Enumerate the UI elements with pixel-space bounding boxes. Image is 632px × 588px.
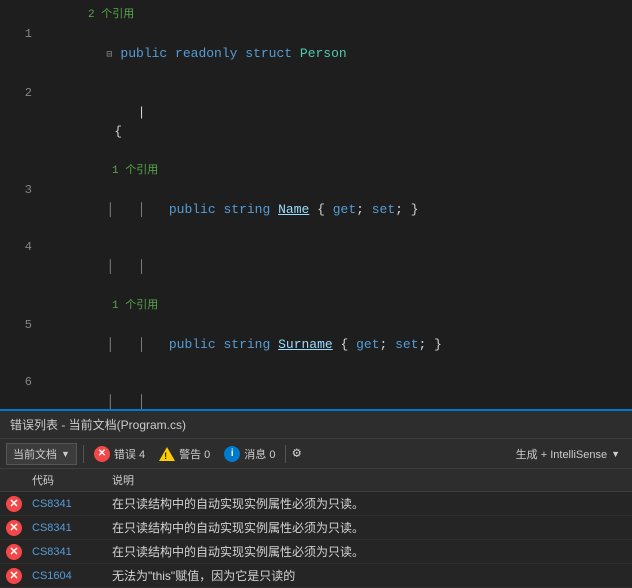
ref-line-top: 2 个引用 (0, 4, 632, 25)
error-row-3[interactable]: ✕ CS8341 在只读结构中的自动实现实例属性必须为只读。 (0, 540, 632, 564)
col-header-icon (0, 472, 28, 488)
line-num-5: 5 (0, 316, 40, 335)
line-num-2: 2 (0, 84, 40, 103)
error-panel: 错误列表 - 当前文档(Program.cs) 当前文档 ▼ ✕ 错误 4 ! (0, 409, 632, 588)
current-doc-dropdown[interactable]: 当前文档 ▼ (6, 443, 77, 465)
error-rows-container: ✕ CS8341 在只读结构中的自动实现实例属性必须为只读。 ✕ CS8341 … (0, 492, 632, 588)
error-row-1[interactable]: ✕ CS8341 在只读结构中的自动实现实例属性必须为只读。 (0, 492, 632, 516)
code-3: │ │ public string Name { get; set; } (40, 181, 632, 238)
error-code-3: CS8341 (28, 546, 108, 558)
warning-icon-badge: ! (159, 447, 175, 461)
error-code-4: CS1604 (28, 570, 108, 582)
chevron-down-icon: ▼ (61, 449, 70, 459)
toolbar-sep-2 (285, 445, 286, 463)
code-line-2: 2 | { (0, 84, 632, 160)
warning-count-btn[interactable]: ! 警告 0 (155, 444, 214, 464)
panel-title: 错误列表 - 当前文档(Program.cs) (10, 416, 186, 433)
code-line-3: 3 │ │ public string Name { get; set; } (0, 181, 632, 238)
line-num-6: 6 (0, 373, 40, 392)
code-2: | { (40, 84, 632, 160)
ref-line-2: 1 个引用 (0, 160, 632, 181)
line-num-4: 4 (0, 238, 40, 257)
message-count-btn[interactable]: i 消息 0 (220, 444, 279, 464)
error-panel-header: 错误列表 - 当前文档(Program.cs) (0, 411, 632, 439)
code-line-5: 5 │ │ public string Surname { get; set; … (0, 316, 632, 373)
error-code-1: CS8341 (28, 498, 108, 510)
collapse-1[interactable]: ⊟ (106, 46, 118, 65)
ref-count-2: 1 个引用 (112, 165, 158, 177)
error-icon-3: ✕ (0, 544, 28, 560)
error-icon-1: ✕ (0, 496, 28, 512)
chevron-down-icon-build: ▼ (611, 449, 620, 459)
app-container: 2 个引用 1 ⊟public readonly struct Person 2… (0, 0, 632, 588)
error-table-header: 代码 说明 (0, 469, 632, 492)
ref-count-3: 1 个引用 (112, 300, 158, 312)
code-line-1: 1 ⊟public readonly struct Person (0, 25, 632, 84)
error-icon-2: ✕ (0, 520, 28, 536)
code-4: │ │ (40, 238, 632, 295)
error-row-2[interactable]: ✕ CS8341 在只读结构中的自动实现实例属性必须为只读。 (0, 516, 632, 540)
editor-area: 2 个引用 1 ⊟public readonly struct Person 2… (0, 0, 632, 420)
code-1: ⊟public readonly struct Person (40, 25, 632, 84)
error-icon-badge: ✕ (94, 446, 110, 462)
code-line-4: 4 │ │ (0, 238, 632, 295)
build-btn[interactable]: 生成 + IntelliSense ▼ (510, 444, 626, 464)
error-desc-4: 无法为"this"赋值，因为它是只读的 (108, 567, 632, 584)
col-header-desc: 说明 (108, 472, 632, 488)
col-header-code: 代码 (28, 472, 108, 488)
message-label: 消息 0 (244, 446, 275, 462)
toolbar-sep-1 (83, 445, 84, 463)
error-icon-4: ✕ (0, 568, 28, 584)
code-5: │ │ public string Surname { get; set; } (40, 316, 632, 373)
error-desc-1: 在只读结构中的自动实现实例属性必须为只读。 (108, 495, 632, 512)
warning-label: 警告 0 (179, 446, 210, 462)
error-code-2: CS8341 (28, 522, 108, 534)
info-icon-badge: i (224, 446, 240, 462)
error-toolbar: 当前文档 ▼ ✕ 错误 4 ! 警告 0 i (0, 439, 632, 469)
error-desc-2: 在只读结构中的自动实现实例属性必须为只读。 (108, 519, 632, 536)
error-label: 错误 4 (114, 446, 145, 462)
error-count-btn[interactable]: ✕ 错误 4 (90, 444, 149, 464)
filter-icon: ⚙ (292, 445, 300, 462)
error-desc-3: 在只读结构中的自动实现实例属性必须为只读。 (108, 543, 632, 560)
error-row-4[interactable]: ✕ CS1604 无法为"this"赋值，因为它是只读的 (0, 564, 632, 588)
line-num-1: 1 (0, 25, 40, 44)
ref-count-1: 2 个引用 (88, 9, 134, 21)
ref-line-3: 1 个引用 (0, 295, 632, 316)
line-num-3: 3 (0, 181, 40, 200)
